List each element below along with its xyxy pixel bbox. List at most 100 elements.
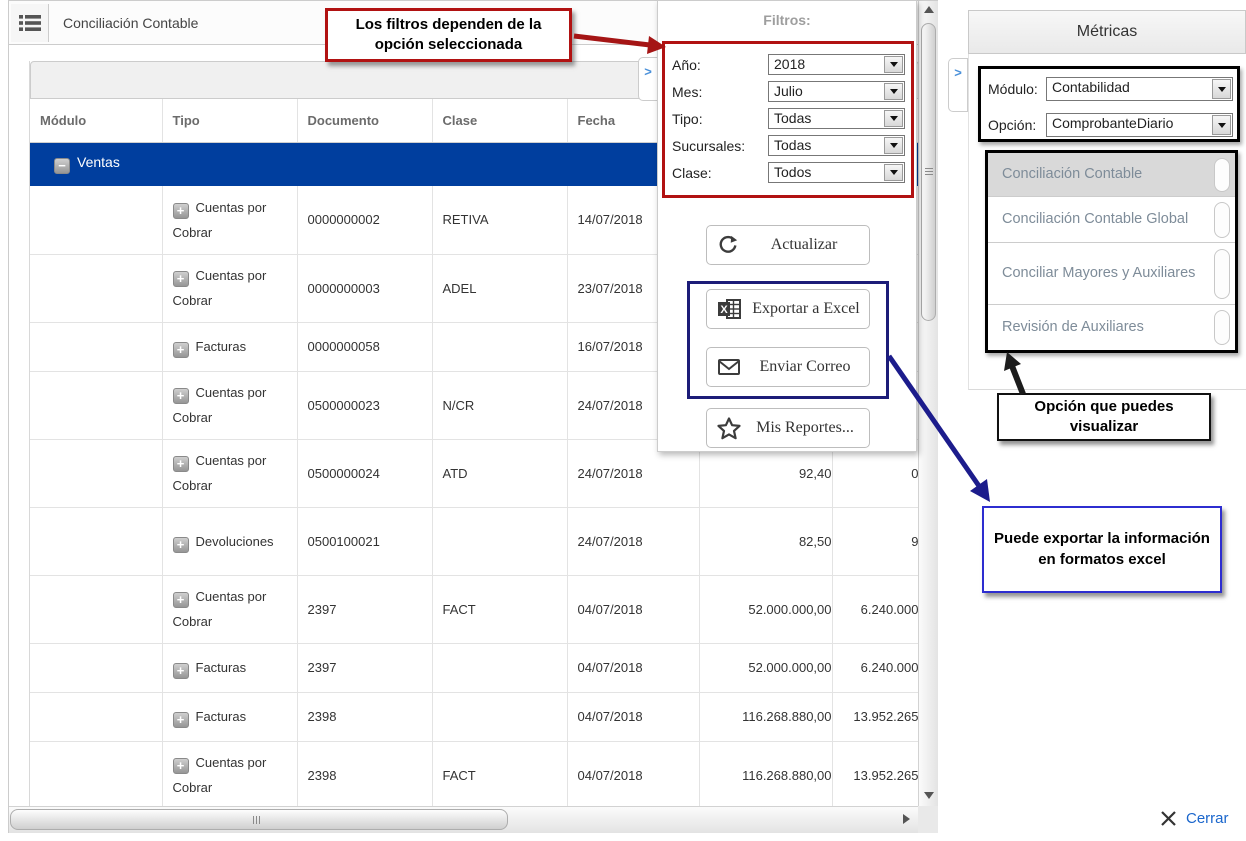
expand-icon[interactable] [173,663,189,679]
expand-icon[interactable] [173,592,189,608]
cell-fecha: 24/07/2018 [567,507,699,575]
dropdown-arrow-icon[interactable] [884,164,903,181]
expand-icon[interactable] [173,342,189,358]
metrics-options-list: Conciliación Contable Conciliación Conta… [985,150,1238,353]
app-window: Conciliación Contable Módulo Tipo Docume… [0,0,1246,841]
option-row: Opción: ComprobanteDiario [988,111,1233,139]
table-row[interactable]: Cuentas por Cobrar 2398 FACT 04/07/2018 … [30,741,918,806]
cell-monto2: 13.952.265 [843,709,919,724]
filters-highlight-box: Año: 2018 Mes: Julio Tipo: Todas [662,41,914,198]
filter-row-sucursales: Sucursales: Todas [672,132,905,159]
dropdown-arrow-icon[interactable] [884,137,903,154]
cell-clase: FACT [432,741,567,806]
list-item-conciliar-mayores[interactable]: Conciliar Mayores y Auxiliares [988,243,1235,305]
clase-select[interactable]: Todos [768,162,905,183]
cell-monto1: 82,50 [699,507,832,575]
dropdown-arrow-icon[interactable] [1212,115,1231,135]
collapse-icon[interactable] [54,158,70,174]
col-header-tipo[interactable]: Tipo [162,99,297,142]
cell-clase [432,692,567,741]
horizontal-scrollbar[interactable] [9,806,918,833]
cell-clase: N/CR [432,371,567,439]
module-select[interactable]: Contabilidad [1046,77,1233,101]
refresh-button[interactable]: Actualizar [706,225,870,265]
my-reports-button[interactable]: Mis Reportes... [706,408,870,448]
list-icon [19,14,41,32]
dropdown-arrow-icon[interactable] [884,110,903,127]
expand-icon[interactable] [173,388,189,404]
horizontal-scroll-thumb[interactable] [10,809,508,830]
callout-export: Puede exportar la información en formato… [982,506,1222,593]
option-select[interactable]: ComprobanteDiario [1046,113,1233,137]
star-icon [717,417,741,440]
close-button[interactable]: Cerrar [1160,805,1229,831]
cell-clase [432,322,567,371]
scrollbar-corner [918,806,938,833]
chevron-right-icon [954,65,962,80]
filters-title: Filtros: [658,12,916,28]
cell-tipo: Facturas [196,339,247,354]
expand-icon[interactable] [173,712,189,728]
cell-documento: 0500000024 [297,439,432,507]
scroll-down-button[interactable] [922,789,935,802]
filters-expand-tab[interactable] [638,57,658,101]
expand-icon[interactable] [173,203,189,219]
item-scroll-handle[interactable] [1214,202,1230,238]
send-mail-button[interactable]: Enviar Correo [706,347,870,387]
cell-monto2: 6.240.000 [843,602,919,617]
table-row[interactable]: Cuentas por Cobrar 2397 FACT 04/07/2018 … [30,575,918,643]
cell-documento: 0000000003 [297,254,432,322]
table-row[interactable]: Devoluciones 0500100021 24/07/2018 82,50… [30,507,918,575]
filters-panel: Filtros: Año: 2018 Mes: Julio Tipo: Tod [657,0,917,452]
item-scroll-handle[interactable] [1214,158,1230,192]
expand-icon[interactable] [173,537,189,553]
col-header-clase[interactable]: Clase [432,99,567,142]
cell-documento: 2397 [297,575,432,643]
anio-select[interactable]: 2018 [768,54,905,75]
list-item-conciliacion-contable[interactable]: Conciliación Contable [988,153,1235,197]
tipo-select[interactable]: Todas [768,108,905,129]
scroll-right-button[interactable] [903,814,910,824]
cell-documento: 2397 [297,643,432,692]
menu-button[interactable] [11,4,49,42]
col-header-modulo[interactable]: Módulo [30,99,162,142]
dropdown-arrow-icon[interactable] [884,83,903,100]
cell-fecha: 04/07/2018 [567,643,699,692]
mes-select[interactable]: Julio [768,81,905,102]
cell-documento: 2398 [297,741,432,806]
col-header-documento[interactable]: Documento [297,99,432,142]
metrics-header: Métricas [968,10,1246,54]
vertical-scroll-thumb[interactable] [921,23,936,321]
item-scroll-handle[interactable] [1214,310,1230,345]
metrics-expand-tab[interactable] [948,58,968,112]
cell-monto2: 0 [843,466,919,481]
filter-row-tipo: Tipo: Todas [672,105,905,132]
cell-clase: ATD [432,439,567,507]
module-row: Módulo: Contabilidad [988,75,1233,103]
cell-clase: FACT [432,575,567,643]
cell-tipo: Facturas [196,709,247,724]
dropdown-arrow-icon[interactable] [1212,79,1231,99]
cell-clase: RETIVA [432,186,567,254]
expand-icon[interactable] [173,271,189,287]
vertical-scrollbar[interactable] [918,1,938,806]
mes-label: Mes: [672,84,768,100]
item-scroll-handle[interactable] [1214,249,1230,299]
expand-icon[interactable] [173,758,189,774]
list-item-conciliacion-contable-global[interactable]: Conciliación Contable Global [988,197,1235,243]
export-excel-button[interactable]: X Exportar a Excel [706,289,870,329]
cell-monto1: 52.000.000,00 [699,643,832,692]
page-title: Conciliación Contable [63,1,198,45]
scroll-up-button[interactable] [922,3,935,16]
dropdown-arrow-icon[interactable] [884,56,903,73]
cell-fecha: 04/07/2018 [567,741,699,806]
table-row[interactable]: Facturas 2398 04/07/2018 116.268.880,00 … [30,692,918,741]
expand-icon[interactable] [173,456,189,472]
svg-text:X: X [720,304,728,316]
sucursales-label: Sucursales: [672,138,768,154]
sucursales-select[interactable]: Todas [768,135,905,156]
list-item-revision-auxiliares[interactable]: Revisión de Auxiliares [988,305,1235,350]
cell-tipo: Devoluciones [196,534,274,549]
table-row[interactable]: Facturas 2397 04/07/2018 52.000.000,00 6… [30,643,918,692]
cell-monto2: 9 [843,534,919,549]
